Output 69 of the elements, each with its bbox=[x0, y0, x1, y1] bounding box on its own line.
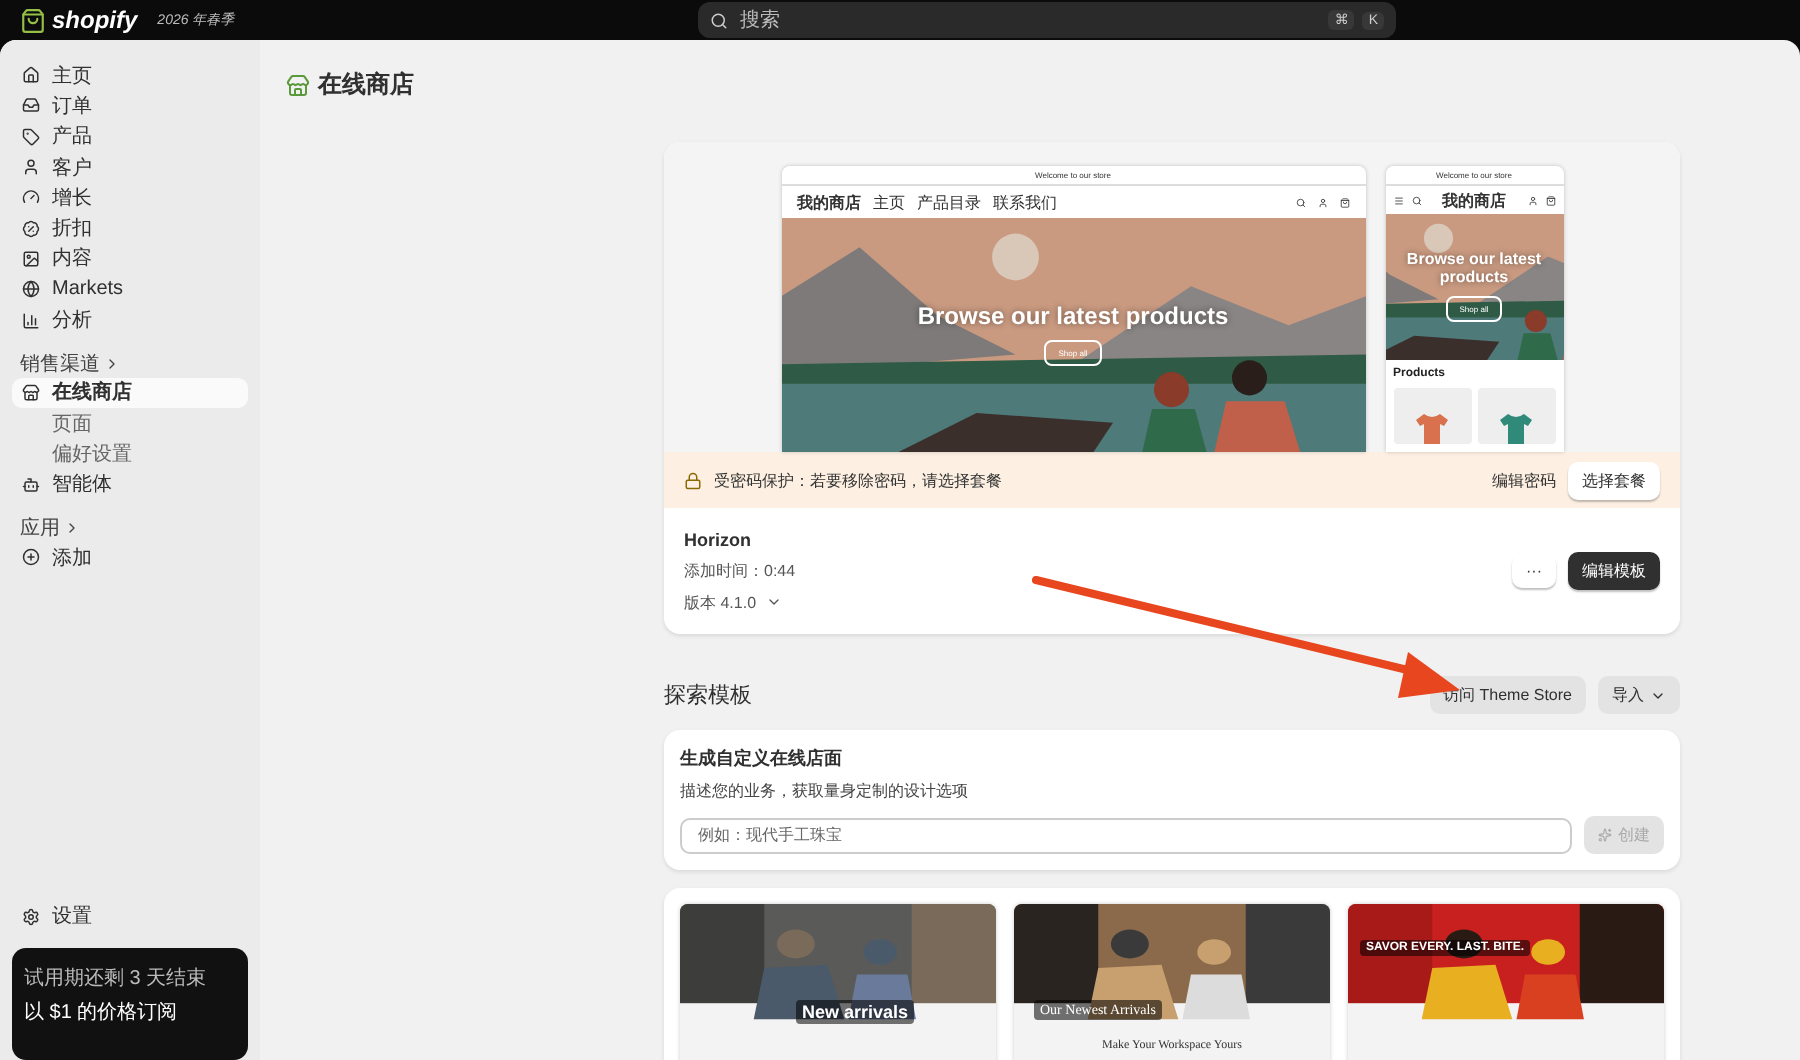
shopify-logo-icon bbox=[20, 7, 46, 33]
nav-icon bbox=[22, 188, 40, 207]
settings-icon bbox=[22, 907, 40, 926]
search-icon bbox=[710, 11, 728, 29]
chevron-icon bbox=[64, 519, 80, 536]
account-icon bbox=[1317, 197, 1327, 207]
search-field[interactable]: 搜索 bbox=[736, 7, 1321, 33]
added-time: 添加时间：0:44 bbox=[684, 559, 798, 581]
trial-text: 试用期还剩 3 天结束 bbox=[24, 965, 209, 992]
chevron-icon bbox=[104, 355, 120, 372]
brand-logo: shopify bbox=[52, 6, 138, 34]
section-heading[interactable]: 应用 bbox=[12, 513, 248, 542]
nav-item[interactable]: 折扣 bbox=[12, 212, 248, 244]
cart-icon bbox=[1545, 195, 1555, 205]
subscribe-link[interactable]: 以 $1 的价格订阅 bbox=[24, 998, 236, 1026]
nav-icon bbox=[22, 280, 40, 299]
search-icon bbox=[1411, 195, 1421, 205]
nav-icon bbox=[22, 249, 40, 268]
menu-icon bbox=[1393, 195, 1403, 205]
nav-icon bbox=[22, 311, 40, 330]
hero-text: New arrivals bbox=[796, 1000, 915, 1024]
choose-plan-button[interactable]: 选择套餐 bbox=[1568, 461, 1660, 499]
nav-subitem[interactable]: 偏好设置 bbox=[12, 438, 248, 470]
nav-item[interactable]: 订单 bbox=[12, 90, 248, 122]
nav-icon bbox=[22, 96, 40, 115]
nav-item[interactable]: 主页 bbox=[12, 60, 248, 91]
card-title: 生成自定义在线店面 bbox=[680, 746, 844, 772]
page-title: 在线商店 bbox=[318, 68, 414, 102]
store-name: 我的商店 bbox=[797, 191, 861, 213]
nav-item[interactable]: 添加 bbox=[12, 541, 248, 573]
search-icon bbox=[1295, 197, 1305, 207]
chevron-icon bbox=[766, 594, 783, 610]
section-heading[interactable]: 销售渠道 bbox=[12, 349, 248, 378]
card-description: 描述您的业务，获取量身定制的设计选项 bbox=[680, 780, 970, 802]
edit-password-link[interactable]: 编辑密码 bbox=[1492, 469, 1556, 491]
nav-icon bbox=[22, 219, 40, 238]
store-icon bbox=[286, 73, 310, 97]
lock-icon bbox=[684, 471, 702, 489]
nav-icon bbox=[22, 66, 40, 85]
version-dropdown[interactable]: 版本 4.1.0 bbox=[684, 591, 1512, 613]
nav-item[interactable]: 设置 bbox=[12, 901, 248, 932]
theme-name: Horizon bbox=[684, 529, 753, 549]
edit-theme-button[interactable]: 编辑模板 bbox=[1568, 552, 1660, 590]
account-icon bbox=[1527, 195, 1537, 205]
nav-item[interactable]: Markets bbox=[12, 274, 248, 305]
add-icon bbox=[22, 548, 40, 566]
nav-item[interactable]: 内容 bbox=[12, 243, 248, 275]
nav-item[interactable]: 客户 bbox=[12, 151, 248, 183]
channel-icon bbox=[22, 383, 40, 402]
nav-item[interactable]: 智能体 bbox=[12, 469, 248, 500]
hero-title: Browse our latest products bbox=[1404, 251, 1544, 287]
more-button[interactable]: ··· bbox=[1512, 554, 1556, 588]
store-name: 我的商店 bbox=[1440, 189, 1508, 211]
tshirt-icon bbox=[1414, 412, 1450, 444]
tshirt-icon bbox=[1498, 412, 1534, 444]
nav-item[interactable]: 在线商店 bbox=[12, 377, 248, 408]
import-button[interactable]: 导入 bbox=[1598, 676, 1680, 714]
sparkle-icon bbox=[1598, 828, 1612, 842]
channel-icon bbox=[22, 475, 40, 494]
section-title: 探索模板 bbox=[664, 681, 754, 710]
nav-icon bbox=[22, 127, 40, 146]
nav-icon bbox=[22, 158, 40, 177]
nav-item[interactable]: 产品 bbox=[12, 121, 248, 152]
theme-thumbnail[interactable]: New arrivals bbox=[680, 904, 996, 1060]
nav-item[interactable]: 增长 bbox=[12, 182, 248, 213]
nav-subitem[interactable]: 页面 bbox=[12, 407, 248, 439]
nav-item[interactable]: 分析 bbox=[12, 304, 248, 336]
cart-icon bbox=[1339, 197, 1349, 207]
banner-text: 受密码保护：若要移除密码，请选择套餐 bbox=[714, 469, 1002, 491]
